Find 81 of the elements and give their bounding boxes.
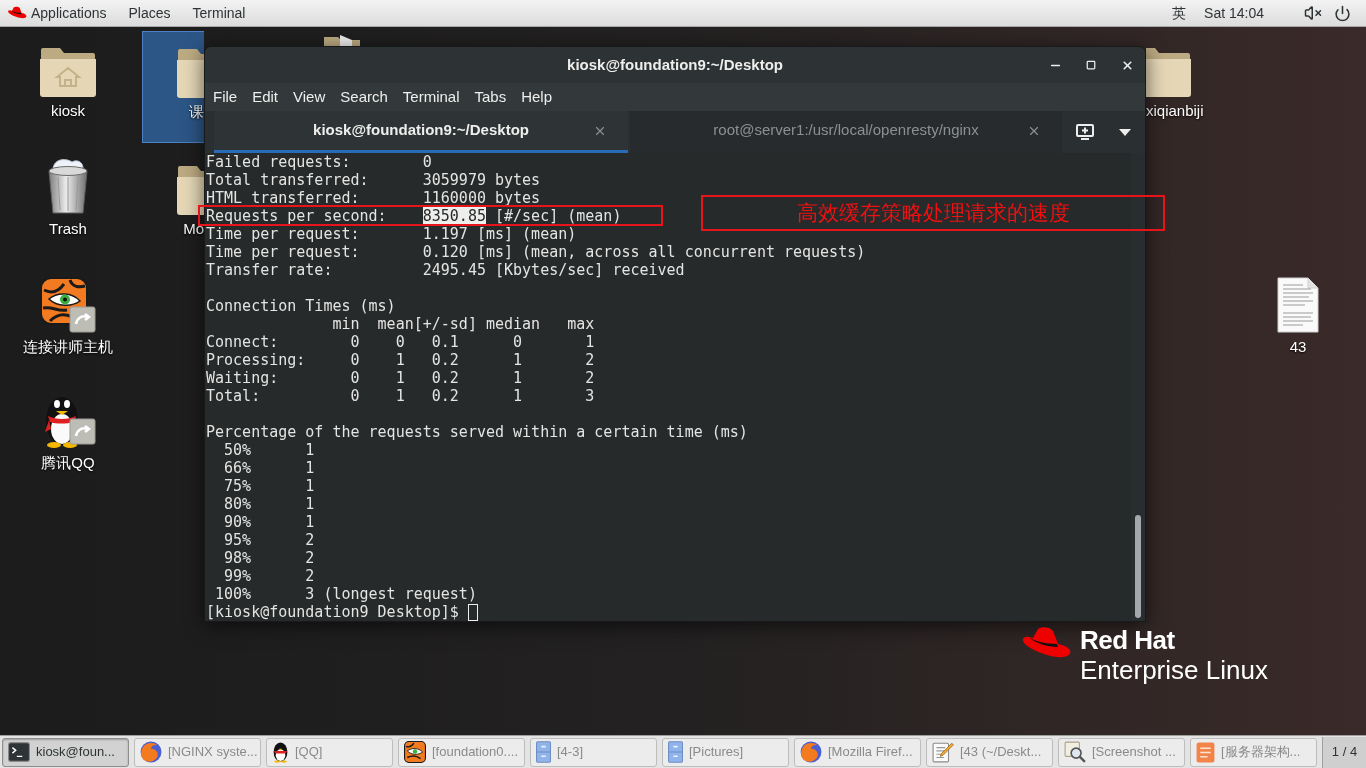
terminal-line: Connection Times (ms): [206, 297, 396, 315]
terminal-line: 98% 2: [223, 549, 315, 567]
browser-icon: [140, 741, 162, 763]
icon-label: xiqianbiji: [1146, 102, 1204, 120]
close-icon: [1120, 58, 1134, 72]
top-menu[interactable]: Terminal: [192, 2, 246, 24]
selected-item-highlight[interactable]: 课: [142, 31, 204, 143]
power-icon[interactable]: [1334, 4, 1351, 22]
terminal-line: 80% 1: [223, 495, 315, 513]
folder-icon: [177, 163, 204, 215]
workspace-switcher[interactable]: 1 / 4: [1322, 736, 1366, 768]
input-method-indicator[interactable]: 英: [1172, 2, 1187, 24]
menu-item[interactable]: View: [293, 87, 326, 107]
icon-label: kiosk: [50, 102, 86, 120]
folder-icon: [1146, 45, 1191, 97]
terminal-tab[interactable]: root@server1:/usr/local/openresty/nginx: [630, 111, 1062, 153]
terminal-line: HTML transferred: 1160000 bytes: [206, 189, 541, 207]
terminal-text: Requests per second:: [206, 207, 388, 225]
terminal-line: Transfer rate: 2495.45 [Kbytes/sec] received: [206, 261, 685, 279]
home-folder-icon: [40, 45, 96, 97]
menu-item[interactable]: Edit: [252, 87, 279, 107]
tiger-app-shortcut-icon: [40, 277, 96, 333]
terminal-line: Percentage of the requests served within a certain time (ms): [206, 423, 748, 441]
document-icon: [1196, 741, 1215, 763]
icon-label: 腾讯QQ: [41, 454, 95, 472]
terminal-line: Waiting: 0 1 0.2 1 2: [206, 369, 595, 387]
scrollbar-thumb[interactable]: [1135, 515, 1141, 618]
selected-text: 8350.85: [422, 207, 486, 225]
icon-label: 连接讲师主机: [23, 338, 113, 356]
terminal-line: Time per request: 0.120 [ms] (mean, across all concurrent requests): [206, 243, 866, 261]
menu-item[interactable]: Terminal: [402, 87, 460, 107]
terminal-line: 90% 1: [223, 513, 315, 531]
penguin-icon: [272, 741, 289, 763]
notepad-pencil-icon: [932, 741, 954, 763]
menu-item[interactable]: Tabs: [474, 87, 507, 107]
clock[interactable]: Sat 14:04: [1204, 2, 1264, 24]
terminal-text: [#/sec] (mean): [494, 207, 622, 225]
icon-label: 课: [189, 103, 204, 121]
product-name: Enterprise Linux: [1080, 655, 1268, 685]
folder-icon: [322, 35, 362, 46]
new-tab-icon: [1076, 124, 1094, 140]
terminal-line: Failed requests: 0: [206, 153, 432, 171]
document-icon: [1277, 277, 1319, 333]
volume-muted-icon[interactable]: [1304, 4, 1322, 22]
hat-icon: [7, 5, 27, 21]
terminal-line: Total: 0 1 0.2 1 3: [206, 387, 595, 405]
menu-item[interactable]: Search: [340, 87, 388, 107]
menu-item[interactable]: Help: [521, 87, 553, 107]
terminal-line: 99% 2: [223, 567, 315, 585]
terminal-line: Total transferred: 3059979 bytes: [206, 171, 541, 189]
prompt-text: [kiosk@foundation9 Desktop]$: [206, 603, 459, 621]
browser-icon: [800, 741, 822, 763]
magnifier-icon: [1064, 741, 1086, 763]
terminal-line: 66% 1: [223, 459, 315, 477]
text-cursor-icon: [467, 603, 478, 621]
terminal-line: Time per request: 1.197 [ms] (mean): [206, 225, 577, 243]
caret-icon: [1119, 128, 1131, 136]
terminal-icon: [8, 742, 30, 762]
tiger-app-icon: [404, 741, 426, 763]
folder-icon: [177, 46, 204, 98]
terminal-line: 100% 3 (longest request): [214, 585, 477, 603]
icon-label: 43: [1289, 338, 1307, 356]
maximize-icon: [1086, 60, 1096, 70]
icon-label: Mo: [183, 220, 204, 238]
terminal-line: Connect: 0 0 0.1 0 1: [206, 333, 595, 351]
menu-item[interactable]: File: [213, 87, 238, 107]
file-cabinet-icon: [536, 741, 551, 763]
window-title: kiosk@foundation9:~/Desktop: [567, 54, 783, 75]
annotation-text: 高效缓存策略处理请求的速度: [796, 200, 1070, 226]
terminal-line: min mean[+/-sd] median max: [331, 315, 595, 333]
terminal-line: Processing: 0 1 0.2 1 2: [206, 351, 595, 369]
terminal-line: 50% 1: [223, 441, 315, 459]
brand-name: Red Hat: [1080, 625, 1176, 655]
icon-label: Trash: [49, 220, 87, 238]
terminal-line: 75% 1: [223, 477, 315, 495]
taskbar-button[interactable]: kiosk@foun...: [2, 737, 129, 767]
terminal-line: 95% 2: [223, 531, 315, 549]
terminal-tab[interactable]: kiosk@foundation9:~/Desktop: [214, 111, 628, 153]
top-menu[interactable]: Places: [128, 2, 171, 24]
top-menu[interactable]: Applications: [7, 2, 107, 24]
file-cabinet-icon: [668, 741, 683, 763]
